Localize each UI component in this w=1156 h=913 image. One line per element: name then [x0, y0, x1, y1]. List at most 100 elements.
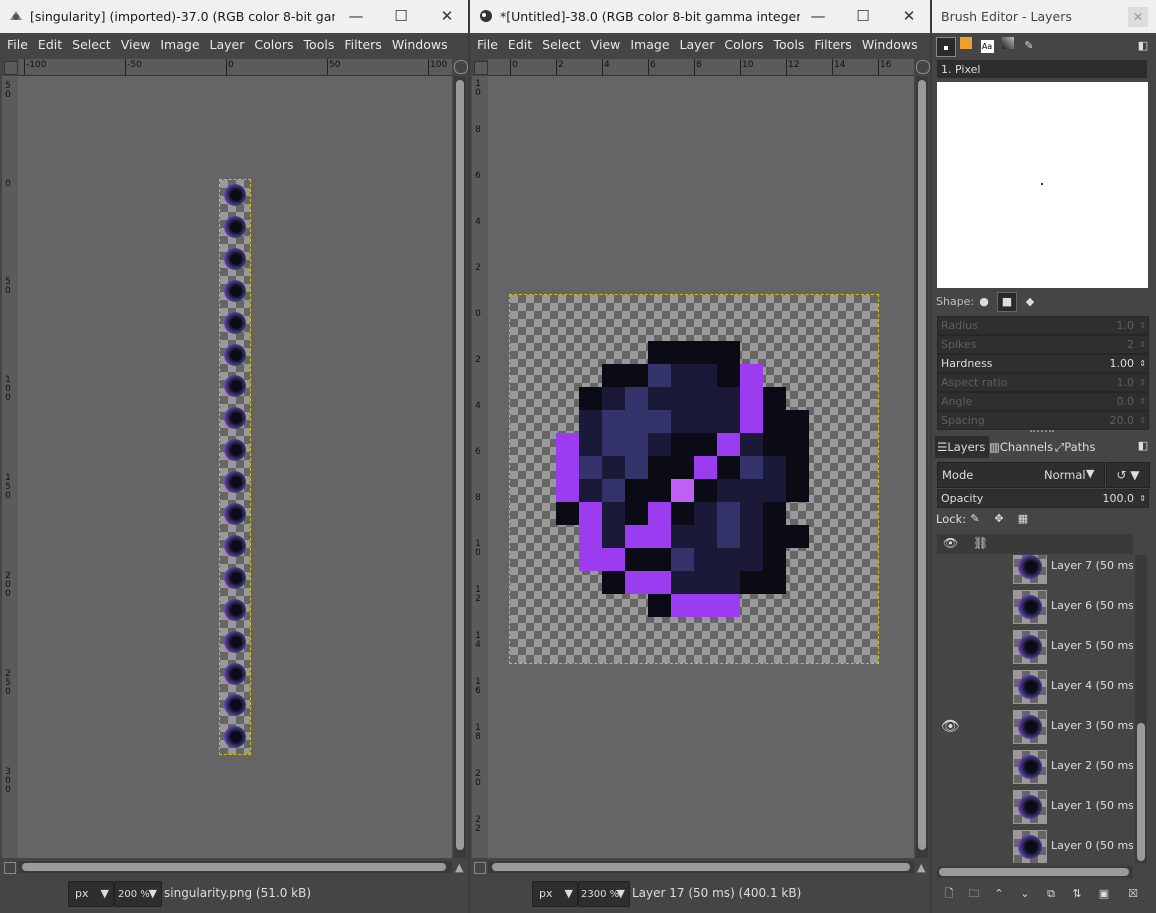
left-ruler-corner[interactable] — [4, 61, 18, 75]
brush-editor-tab-icon[interactable]: ✎ — [1020, 37, 1038, 55]
slider-radius[interactable]: Radius 1.0 ⇕ — [937, 316, 1149, 335]
layer-row[interactable]: Layer 1 (50 ms) — [937, 787, 1133, 827]
menu-select[interactable]: Select — [67, 33, 116, 57]
layer-row[interactable]: Layer 6 (50 ms) — [937, 587, 1133, 627]
mid-titlebar[interactable]: *[Untitled]-38.0 (RGB color 8-bit gamma … — [470, 0, 930, 33]
mid-horizontal-scrollbar[interactable] — [488, 861, 914, 873]
visibility-toggle[interactable] — [941, 837, 959, 855]
left-nav-button[interactable] — [4, 862, 16, 874]
shape-square-button[interactable]: ■ — [997, 292, 1017, 312]
close-button[interactable]: ✕ — [429, 4, 465, 28]
left-unit-combo[interactable]: px ▼ — [68, 881, 114, 907]
layer-row[interactable]: 👁 Layer 3 (50 ms) — [937, 707, 1133, 747]
visibility-toggle[interactable] — [941, 637, 959, 655]
tab-channels[interactable]: ▥Channels — [989, 436, 1053, 458]
menu-edit[interactable]: Edit — [503, 33, 537, 57]
slider-angle[interactable]: Angle 0.0 ⇕ — [937, 392, 1149, 411]
left-horizontal-scrollbar[interactable] — [18, 861, 452, 873]
font-tab-icon[interactable]: Aa — [978, 37, 996, 55]
gradient-tab-icon[interactable] — [999, 37, 1017, 55]
menu-image[interactable]: Image — [625, 33, 674, 57]
menu-select[interactable]: Select — [537, 33, 586, 57]
layer-row[interactable]: Layer 5 (50 ms) — [937, 627, 1133, 667]
layer-row[interactable]: Layer 2 (50 ms) — [937, 747, 1133, 787]
left-vscroll-thumb[interactable] — [456, 80, 464, 850]
close-button[interactable]: ✕ — [891, 4, 927, 28]
menu-file[interactable]: File — [472, 33, 503, 57]
left-titlebar[interactable]: [singularity] (imported)-37.0 (RGB color… — [0, 0, 468, 33]
layer-row[interactable]: Layer 7 (50 ms) — [937, 555, 1133, 587]
brush-name-field[interactable]: 1. Pixel — [937, 60, 1147, 78]
left-zoom-nav-icon[interactable] — [454, 60, 468, 74]
close-button[interactable]: ✕ — [1128, 7, 1148, 27]
brush-tab-icon[interactable] — [936, 37, 956, 57]
visibility-toggle[interactable] — [941, 797, 959, 815]
slider-aspect-ratio[interactable]: Aspect ratio 1.0 ⇕ — [937, 373, 1149, 392]
mid-vscroll-thumb[interactable] — [918, 80, 926, 850]
maximize-button[interactable]: ☐ — [383, 4, 419, 28]
menu-filters[interactable]: Filters — [339, 33, 386, 57]
mid-hscroll-thumb[interactable] — [492, 863, 910, 871]
tab-paths[interactable]: ⤢Paths — [1055, 436, 1105, 458]
mid-zoom-nav-icon[interactable] — [916, 60, 930, 74]
visibility-toggle[interactable] — [941, 597, 959, 615]
menu-windows[interactable]: Windows — [387, 33, 453, 57]
menu-layer[interactable]: Layer — [675, 33, 720, 57]
menu-tools[interactable]: Tools — [299, 33, 340, 57]
layer-row[interactable]: Layer 0 (50 ms) — [937, 827, 1133, 863]
layers-scroll-thumb[interactable] — [1137, 723, 1145, 861]
slider-spacing[interactable]: Spacing 20.0 ⇕ — [937, 411, 1149, 430]
menu-layer[interactable]: Layer — [205, 33, 250, 57]
duplicate-layer-icon[interactable]: ⧉ — [1042, 885, 1060, 903]
menu-colors[interactable]: Colors — [719, 33, 768, 57]
mid-unit-combo[interactable]: px ▼ — [532, 881, 578, 907]
slider-hardness[interactable]: Hardness 1.00 ⇕ — [937, 354, 1149, 373]
mid-nav-button[interactable] — [474, 862, 486, 874]
menu-view[interactable]: View — [116, 33, 156, 57]
layers-list[interactable]: Layer 7 (50 ms) Layer 6 (50 ms) Layer 5 … — [937, 555, 1133, 863]
left-vertical-scrollbar[interactable] — [454, 76, 466, 858]
minimize-button[interactable]: — — [338, 4, 374, 28]
lock-position-icon[interactable]: ✥ — [990, 510, 1008, 528]
menu-image[interactable]: Image — [155, 33, 204, 57]
pane-divider[interactable] — [1030, 430, 1054, 435]
delete-layer-icon[interactable]: ☒ — [1124, 885, 1142, 903]
mode-reset-button[interactable]: ↺ ▼ — [1106, 462, 1150, 488]
dock-menu-icon[interactable]: ◧ — [1134, 37, 1152, 55]
mid-ruler-corner[interactable] — [474, 61, 488, 75]
left-hscroll-thumb[interactable] — [22, 863, 446, 871]
visibility-toggle[interactable] — [941, 557, 959, 575]
menu-edit[interactable]: Edit — [33, 33, 67, 57]
layers-h-scrollbar[interactable] — [937, 866, 1133, 878]
mask-layer-icon[interactable]: ▣ — [1095, 885, 1113, 903]
visibility-toggle[interactable] — [941, 757, 959, 775]
menu-filters[interactable]: Filters — [809, 33, 856, 57]
new-layer-icon[interactable]: 🗋 — [940, 885, 958, 903]
dock-titlebar[interactable]: Brush Editor - Layers ✕ — [932, 0, 1156, 33]
mid-vertical-scrollbar[interactable] — [916, 76, 928, 858]
mid-zoom-combo[interactable]: 2300 % ▼ — [578, 881, 630, 907]
menu-view[interactable]: View — [586, 33, 626, 57]
new-layer-group-icon[interactable]: 🗀 — [965, 885, 983, 903]
anchor-layer-icon[interactable]: ⇅ — [1068, 885, 1086, 903]
menu-file[interactable]: File — [2, 33, 33, 57]
sprite-strip[interactable] — [219, 179, 251, 755]
lower-layer-icon[interactable]: ⌄ — [1016, 885, 1034, 903]
shape-diamond-button[interactable]: ◆ — [1021, 293, 1039, 311]
menu-tools[interactable]: Tools — [769, 33, 810, 57]
mid-nav-arrow-icon[interactable]: ▲ — [917, 861, 925, 874]
sprite-frame[interactable] — [509, 294, 879, 664]
layers-scrollbar[interactable] — [1135, 555, 1147, 863]
eye-icon[interactable]: 👁 — [941, 717, 960, 735]
maximize-button[interactable]: ☐ — [845, 4, 881, 28]
tab-layers[interactable]: ☰Layers — [935, 436, 989, 458]
layers-hscroll-thumb[interactable] — [939, 868, 1129, 876]
pattern-tab-icon[interactable] — [957, 37, 975, 55]
left-zoom-combo[interactable]: 200 % ▼ — [114, 881, 162, 907]
left-canvas[interactable] — [18, 76, 452, 858]
lock-alpha-icon[interactable]: ▦ — [1014, 510, 1032, 528]
raise-layer-icon[interactable]: ⌃ — [990, 885, 1008, 903]
visibility-toggle[interactable] — [941, 677, 959, 695]
shape-circle-button[interactable]: ● — [975, 293, 993, 311]
left-nav-arrow-icon[interactable]: ▲ — [455, 861, 463, 874]
